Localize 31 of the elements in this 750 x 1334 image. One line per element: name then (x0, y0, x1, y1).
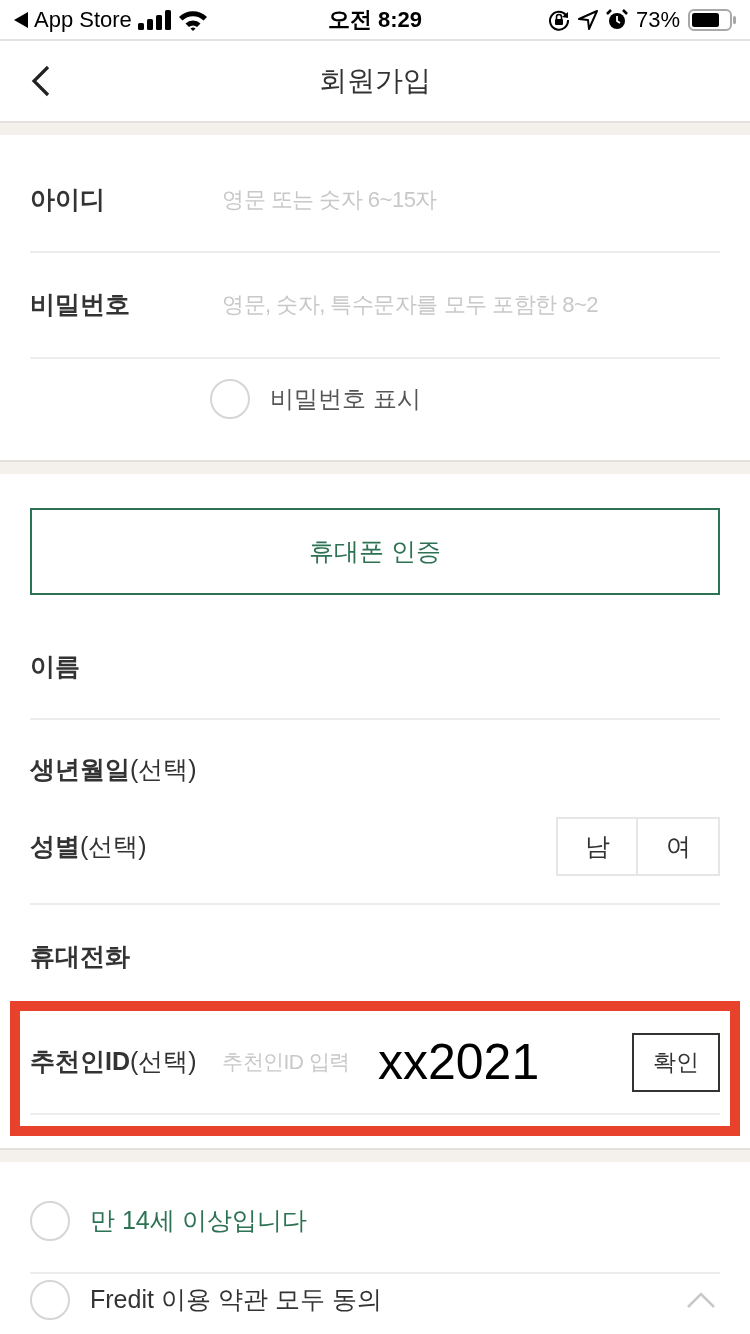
location-arrow-icon (577, 9, 598, 30)
checkbox-circle[interactable] (210, 379, 250, 419)
checkbox-circle[interactable] (30, 1280, 70, 1320)
battery-icon (688, 8, 736, 31)
alarm-clock-icon (605, 8, 628, 31)
battery-percent: 73% (635, 6, 680, 34)
back-triangle-icon[interactable] (14, 11, 28, 28)
agreement-label[interactable]: Fredit 이용 약관 모두 동의 (90, 1281, 382, 1319)
signal-icon (137, 9, 172, 30)
confirm-button[interactable]: 확인 (632, 1032, 720, 1092)
back-chevron-icon[interactable] (31, 65, 51, 97)
annotation-text: xx2021 (378, 1037, 540, 1087)
clock-time: 오전 8:29 (327, 6, 423, 34)
field-label: 생년월일(선택) (30, 754, 197, 786)
chevron-up-icon[interactable] (686, 1291, 716, 1309)
rotation-lock-icon (547, 8, 570, 31)
gender-option[interactable]: 여 (638, 817, 720, 876)
phone-verify-button[interactable]: 휴대폰 인증 (30, 508, 720, 595)
checkbox-label[interactable]: 비밀번호 표시 (270, 379, 421, 419)
wifi-icon (177, 8, 208, 31)
field-label: 비밀번호 (30, 289, 131, 321)
field-label: 추천인ID(선택) (30, 1046, 198, 1078)
page-title: 회원가입 (319, 64, 431, 98)
gender-option[interactable]: 남 (556, 817, 638, 876)
field-label: 휴대전화 (30, 941, 130, 973)
agreement-label[interactable]: 만 14세 이상입니다 (90, 1202, 307, 1240)
back-app-label[interactable]: App Store (34, 3, 132, 36)
field-label: 이름 (30, 650, 80, 682)
checkbox-circle[interactable] (30, 1201, 70, 1241)
field-label: 아이디 (30, 184, 106, 216)
field-label: 성별(선택) (30, 830, 147, 862)
